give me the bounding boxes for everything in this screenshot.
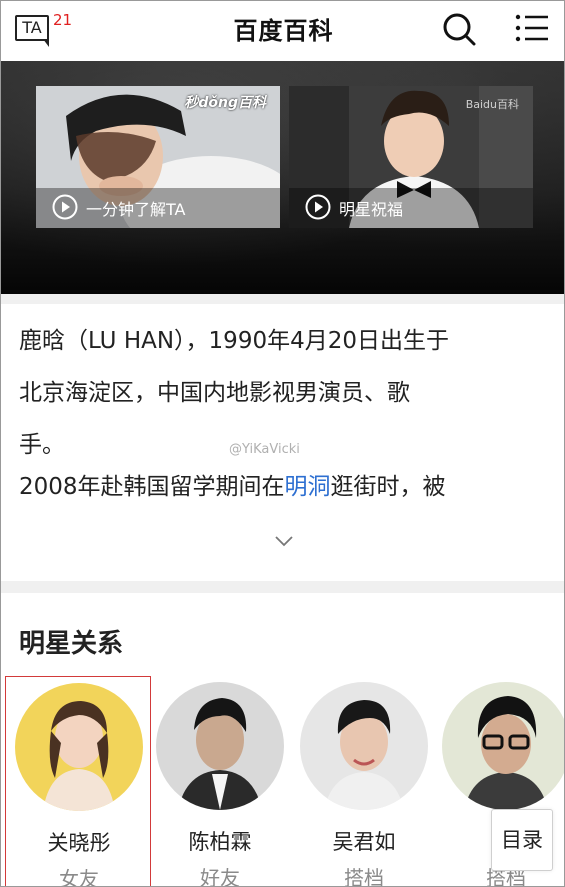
relation-item[interactable]: 陈柏霖 好友 xyxy=(147,676,293,887)
relation-role: 搭档 xyxy=(344,866,384,887)
summary-line: 鹿晗（LU HAN），1990年4月20日出生于 xyxy=(19,328,449,354)
top-bar: TA 21 百度百科 xyxy=(1,1,564,61)
video-caption: 明星祝福 xyxy=(339,200,404,219)
summary-text: 2008年赴韩国留学期间在 xyxy=(19,474,285,500)
summary-line: 北京海淀区，中国内地影视男演员、歌 xyxy=(19,380,410,406)
page-title: 百度百科 xyxy=(233,17,334,45)
video-banner: 秒dǒng百科 一分钟了解TA Baidu百科 明星祝福 xyxy=(1,61,564,294)
section-divider xyxy=(1,294,564,304)
relation-item[interactable]: 关晓彤 女友 xyxy=(5,676,151,887)
video-card-intro[interactable]: 秒dǒng百科 一分钟了解TA xyxy=(36,86,280,228)
video-watermark: Baidu百科 xyxy=(465,98,519,111)
avatar xyxy=(442,682,564,810)
play-icon xyxy=(52,194,78,220)
avatar xyxy=(300,682,428,810)
section-divider xyxy=(1,581,564,593)
summary-text: 逛街时，被 xyxy=(330,474,446,500)
page: TA 21 百度百科 秒dǒng百科 一分钟了解TA Baidu百科 明星祝福 … xyxy=(0,0,565,887)
weibo-watermark: @YiKaVicki xyxy=(229,442,300,457)
summary-section: 鹿晗（LU HAN），1990年4月20日出生于 北京海淀区，中国内地影视男演员… xyxy=(1,304,564,581)
video-card-wishes[interactable]: Baidu百科 明星祝福 xyxy=(289,86,533,228)
toc-button[interactable]: 目录 xyxy=(491,809,553,871)
relation-name: 陈柏霖 xyxy=(188,830,252,854)
relation-role: 好友 xyxy=(200,866,240,887)
mingdong-link[interactable]: 明洞 xyxy=(285,474,331,500)
section-title: 明星关系 xyxy=(19,629,124,659)
video-caption: 一分钟了解TA xyxy=(86,200,186,219)
relation-role: 女友 xyxy=(59,867,99,887)
chevron-down-icon[interactable] xyxy=(274,534,294,548)
play-icon xyxy=(305,194,331,220)
star-relations-section: 明星关系 关晓彤 女友 陈柏霖 好友 吴君如 搭档 搭档 xyxy=(1,593,564,887)
relation-name: 关晓彤 xyxy=(47,831,111,855)
relation-name: 吴君如 xyxy=(332,830,396,854)
video-watermark: 秒dǒng百科 xyxy=(184,95,266,111)
relation-item[interactable]: 吴君如 搭档 xyxy=(291,676,437,887)
summary-line: 手。 xyxy=(19,432,65,458)
menu-icon[interactable] xyxy=(515,13,549,43)
search-icon[interactable] xyxy=(442,12,476,46)
avatar xyxy=(15,683,143,811)
summary-line: 2008年赴韩国留学期间在明洞逛街时，被 xyxy=(19,464,446,510)
avatar xyxy=(156,682,284,810)
